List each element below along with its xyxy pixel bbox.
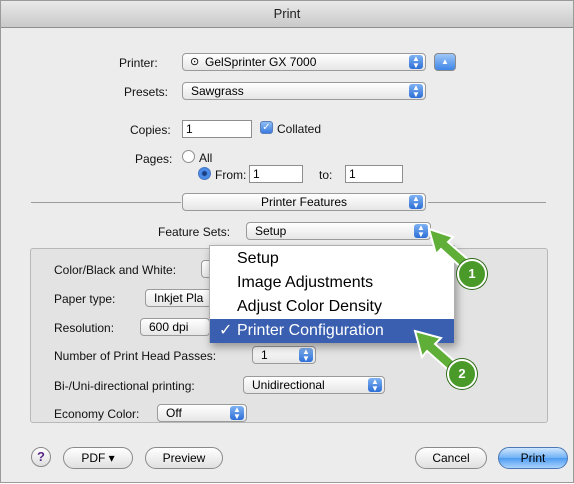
callout-badge-2: 2: [447, 359, 477, 389]
callout-arrows: [413, 227, 473, 376]
cancel-button[interactable]: Cancel: [415, 447, 487, 469]
print-dialog: Print Printer: ⊙ GelSprinter GX 7000 ▲ ▼ …: [0, 0, 574, 483]
preview-button[interactable]: Preview: [145, 447, 223, 469]
callout-badge-1: 1: [457, 259, 487, 289]
pdf-button[interactable]: PDF ▾: [63, 447, 133, 469]
print-button[interactable]: Print: [498, 447, 568, 469]
help-button[interactable]: ?: [31, 447, 51, 467]
